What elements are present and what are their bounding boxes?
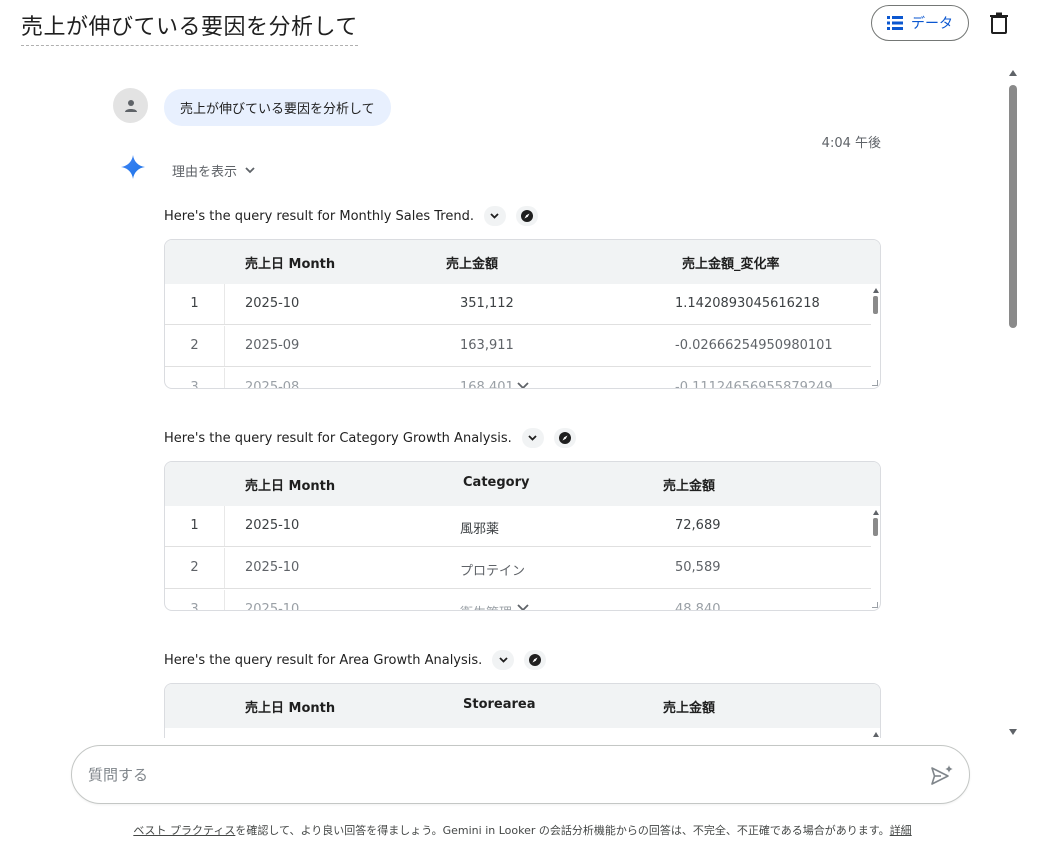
explore-button[interactable]: [515, 206, 538, 226]
row-index: 2: [165, 326, 225, 366]
table-cell: 1.1420893045616218: [675, 296, 820, 311]
result-caption-text: Here's the query result for Monthly Sale…: [164, 208, 474, 224]
column-header[interactable]: 売上日 Month: [245, 253, 335, 272]
chevron-down-icon: [528, 435, 537, 441]
chevron-down-icon[interactable]: [517, 604, 529, 611]
scroll-down-arrow[interactable]: [1009, 729, 1017, 735]
table-header: 売上日 Month Storearea 売上金額: [165, 684, 880, 728]
table-cell: 2025-08: [245, 380, 300, 389]
result-table-category: 売上日 Month Category 売上金額 1 2025-10 風邪薬 72…: [164, 461, 881, 611]
resize-handle[interactable]: [872, 602, 878, 608]
table-cell: 163,911: [460, 338, 514, 353]
column-header[interactable]: 売上金額: [446, 253, 498, 272]
row-index: 3: [165, 590, 225, 610]
compass-icon: [520, 210, 533, 222]
show-reasoning-label: 理由を表示: [172, 165, 238, 180]
row-index: 2: [165, 548, 225, 588]
table-list-icon: [887, 16, 903, 30]
expand-query-button[interactable]: [492, 650, 515, 670]
table-cell: 351,112: [460, 296, 514, 311]
result-caption-monthly: Here's the query result for Monthly Sale…: [164, 206, 538, 226]
result-caption-text: Here's the query result for Category Gro…: [164, 430, 512, 446]
footer-disclaimer: ベスト プラクティスを確認して、より良い回答を得ましょう。Gemini in L…: [0, 822, 1045, 838]
scroll-thumb[interactable]: [1009, 85, 1017, 328]
column-header[interactable]: 売上金額_変化率: [682, 253, 780, 272]
send-sparkle-icon[interactable]: [930, 764, 954, 786]
row-index: 3: [165, 368, 225, 388]
data-button-label: データ: [911, 15, 953, 31]
user-avatar: [113, 88, 148, 123]
table-cell: 風邪薬: [460, 522, 500, 537]
scroll-up-arrow[interactable]: [1009, 70, 1017, 76]
user-message: 売上が伸びている要因を分析して: [164, 89, 391, 126]
details-link[interactable]: 詳細: [890, 824, 912, 837]
trash-icon[interactable]: [989, 12, 1009, 34]
column-header[interactable]: 売上日 Month: [245, 697, 335, 716]
table-cell: 2025-10: [245, 296, 300, 311]
table-cell: 2025-10: [245, 518, 300, 533]
result-table-monthly: 売上日 Month 売上金額 売上金額_変化率 1 2025-10 351,11…: [164, 239, 881, 389]
chevron-down-icon: [245, 167, 255, 174]
chevron-down-icon: [499, 657, 508, 663]
show-reasoning-toggle[interactable]: 理由を表示: [172, 161, 255, 180]
table-row: 1 2025-10 風邪薬 72,689: [165, 506, 871, 547]
best-practices-link[interactable]: ベスト プラクティス: [133, 824, 235, 837]
chevron-down-icon: [490, 213, 500, 219]
table-row: 2 2025-09 163,911 -0.02666254950980101: [165, 326, 871, 367]
table-scrollbar[interactable]: [871, 728, 880, 738]
data-button[interactable]: データ: [871, 5, 969, 41]
table-row: 1 2025-10 351,112 1.1420893045616218: [165, 284, 871, 325]
table-scrollbar[interactable]: [871, 284, 880, 388]
table-cell: 168,401: [460, 380, 514, 389]
result-caption-area: Here's the query result for Area Growth …: [164, 650, 547, 670]
row-index: 1: [165, 284, 225, 324]
table-cell: 衛生管理: [460, 602, 512, 610]
page-title: 売上が伸びている要因を分析して: [21, 9, 358, 46]
gemini-sparkle-icon: [121, 155, 145, 179]
compass-icon: [558, 432, 571, 444]
footer-text: を確認して、より良い回答を得ましょう。Gemini in Looker の会話分…: [235, 824, 890, 837]
table-cell: 48,840: [675, 602, 721, 611]
expand-query-button[interactable]: [483, 206, 506, 226]
person-icon: [124, 99, 137, 112]
table-cell: 50,589: [675, 560, 721, 575]
page-scrollbar[interactable]: [1007, 70, 1019, 738]
question-input[interactable]: [88, 758, 908, 792]
result-caption-text: Here's the query result for Area Growth …: [164, 652, 483, 668]
explore-button[interactable]: [524, 650, 547, 670]
table-cell: -0.11124656955879249: [675, 380, 833, 389]
table-cell: プロテイン: [460, 564, 526, 579]
table-scrollbar[interactable]: [871, 506, 880, 610]
question-composer: [71, 745, 970, 804]
table-cell: 2025-10: [245, 560, 300, 575]
table-header: 売上日 Month Category 売上金額: [165, 462, 880, 506]
column-header[interactable]: Storearea: [463, 697, 536, 712]
expand-query-button[interactable]: [521, 428, 544, 448]
column-header[interactable]: 売上金額: [663, 697, 715, 716]
table-row: 2 2025-10 プロテイン 50,589: [165, 548, 871, 589]
row-index: 1: [165, 506, 225, 546]
column-header[interactable]: 売上金額: [663, 475, 715, 494]
chevron-down-icon[interactable]: [517, 382, 529, 389]
message-timestamp: 4:04 午後: [821, 136, 881, 151]
table-cell: 72,689: [675, 518, 721, 533]
explore-button[interactable]: [553, 428, 576, 448]
table-cell: 2025-10: [245, 602, 300, 611]
table-cell: -0.02666254950980101: [675, 338, 833, 353]
resize-handle[interactable]: [872, 380, 878, 386]
column-header[interactable]: Category: [463, 475, 529, 490]
result-table-area: 売上日 Month Storearea 売上金額: [164, 683, 881, 738]
column-header[interactable]: 売上日 Month: [245, 475, 335, 494]
result-caption-category: Here's the query result for Category Gro…: [164, 428, 576, 448]
table-cell: 2025-09: [245, 338, 300, 353]
compass-icon: [529, 654, 542, 666]
table-header: 売上日 Month 売上金額 売上金額_変化率: [165, 240, 880, 284]
